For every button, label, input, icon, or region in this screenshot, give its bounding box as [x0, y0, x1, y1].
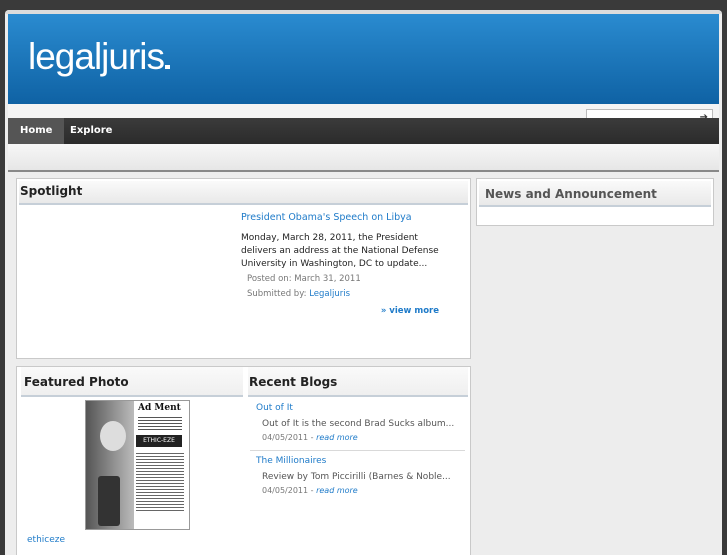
blog-title-link[interactable]: The Millionaires — [256, 456, 326, 466]
recent-blogs-title: Recent Blogs — [249, 375, 338, 389]
blog-meta: 04/05/2011 - read more — [262, 433, 358, 442]
blog-date: 04/05/2011 — [262, 433, 309, 442]
blog-title-link[interactable]: Out of It — [256, 403, 293, 413]
view-more-link[interactable]: » view more — [381, 306, 439, 316]
posted-label: Posted on: — [247, 274, 292, 284]
bottom-panel: Featured Photo Ad Ment ETHIC-EZE ethicez… — [16, 366, 471, 555]
news-panel: News and Announcement — [476, 178, 714, 226]
logo-dot — [165, 65, 171, 69]
spotlight-submitted: Submitted by: Legaljuris — [247, 289, 350, 299]
sub-bar — [8, 144, 719, 172]
photo-ad-heading: Ad Ment — [138, 403, 181, 413]
featured-photo-title: Featured Photo — [24, 375, 129, 389]
spotlight-title: Spotlight — [20, 184, 83, 198]
photo-face — [100, 421, 126, 451]
featured-photo-caption-link[interactable]: ethiceze — [27, 535, 65, 545]
blog-meta: 04/05/2011 - read more — [262, 486, 358, 495]
photo-bottle — [98, 476, 120, 526]
read-more-link[interactable]: read more — [316, 486, 358, 495]
blog-date: 04/05/2011 — [262, 486, 309, 495]
submitted-label: Submitted by: — [247, 289, 307, 299]
spotlight-summary: Monday, March 28, 2011, the President de… — [241, 233, 439, 269]
tab-home[interactable]: Home — [8, 118, 65, 144]
photo-ad-text — [138, 417, 182, 431]
spotlight-posted: Posted on: March 31, 2011 — [247, 274, 361, 284]
blog-item: The Millionaires Review by Tom Piccirill… — [250, 453, 465, 503]
tab-explore[interactable]: Explore — [58, 118, 124, 144]
header-banner: legaljuris — [8, 14, 719, 104]
spotlight-panel: Spotlight President Obama's Speech on Li… — [16, 178, 471, 359]
submitted-by-link[interactable]: Legaljuris — [309, 289, 350, 299]
posted-date: March 31, 2011 — [294, 274, 361, 284]
photo-ad-brand: ETHIC-EZE — [136, 435, 182, 447]
main-nav: Home Explore — [8, 118, 719, 144]
logo-text: legaljuris — [28, 36, 165, 77]
news-title: News and Announcement — [485, 187, 657, 201]
site-logo[interactable]: legaljuris — [28, 36, 171, 78]
blog-item: Out of It Out of It is the second Brad S… — [250, 400, 465, 451]
featured-photo-image[interactable]: Ad Ment ETHIC-EZE — [85, 400, 190, 530]
photo-ad-body — [136, 453, 184, 513]
spotlight-headline-link[interactable]: President Obama's Speech on Libya — [241, 212, 412, 223]
read-more-link[interactable]: read more — [316, 433, 358, 442]
spotlight-title-bar — [19, 181, 468, 205]
blog-excerpt: Review by Tom Piccirilli (Barnes & Noble… — [262, 472, 451, 482]
blog-excerpt: Out of It is the second Brad Sucks album… — [262, 419, 455, 429]
page-frame: legaljuris ➔ Home Explore Spotlight Pres… — [5, 10, 722, 555]
